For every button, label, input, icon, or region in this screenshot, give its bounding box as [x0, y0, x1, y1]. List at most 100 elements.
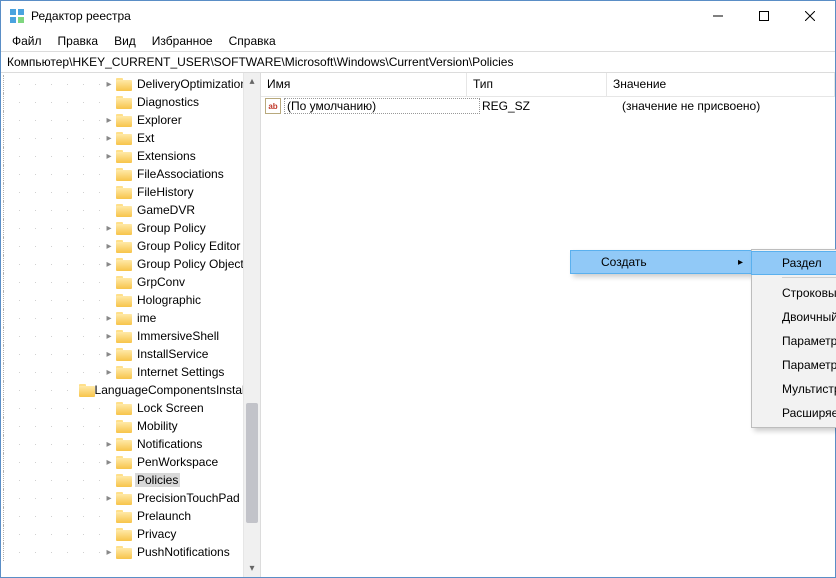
maximize-button[interactable] — [741, 1, 787, 31]
minimize-button[interactable] — [695, 1, 741, 31]
context-create[interactable]: Создать ▸ — [570, 250, 752, 274]
tree-item[interactable]: ▸ime — [3, 309, 260, 327]
expander-icon[interactable]: ▸ — [103, 78, 115, 90]
tree-item[interactable]: ▸ Group Policy — [3, 219, 260, 237]
tree-item[interactable]: Policies — [3, 471, 260, 489]
tree-label: FileHistory — [135, 185, 196, 199]
tree-label: Holographic — [135, 293, 203, 307]
tree-scrollbar[interactable]: ▴ ▾ — [243, 73, 260, 577]
tree-item[interactable]: ▸PrecisionTouchPad — [3, 489, 260, 507]
folder-icon — [79, 384, 90, 397]
expander-icon[interactable]: ▸ — [103, 492, 115, 504]
expander-icon[interactable]: ▸ — [103, 114, 115, 126]
expander-icon[interactable]: ▸ — [103, 438, 115, 450]
column-type[interactable]: Тип — [467, 73, 607, 96]
menu-view[interactable]: Вид — [107, 33, 143, 49]
scroll-thumb[interactable] — [246, 403, 258, 523]
tree-item[interactable]: GrpConv — [3, 273, 260, 291]
scroll-down-icon[interactable]: ▾ — [244, 560, 260, 577]
tree-item[interactable]: ▸DeliveryOptimization — [3, 75, 260, 93]
folder-icon — [116, 474, 132, 487]
folder-icon — [116, 402, 132, 415]
list-row[interactable]: ab (По умолчанию) REG_SZ (значение не пр… — [261, 97, 835, 115]
menu-file[interactable]: Файл — [5, 33, 49, 49]
tree-item[interactable]: Privacy — [3, 525, 260, 543]
submenu-key-label: Раздел — [782, 256, 822, 270]
tree-item[interactable]: GameDVR — [3, 201, 260, 219]
value-data: (значение не присвоено) — [620, 99, 835, 113]
expander-icon[interactable]: ▸ — [103, 240, 115, 252]
expander-icon[interactable]: ▸ — [103, 312, 115, 324]
menu-favorites[interactable]: Избранное — [145, 33, 220, 49]
column-value[interactable]: Значение — [607, 73, 835, 96]
expander-icon[interactable]: ▸ — [103, 348, 115, 360]
tree-item[interactable]: ▸Extensions — [3, 147, 260, 165]
tree-item[interactable]: Lock Screen — [3, 399, 260, 417]
tree-item[interactable]: ▸ Internet Settings — [3, 363, 260, 381]
list-pane: Имя Тип Значение ab (По умолчанию) REG_S… — [261, 73, 835, 577]
expander-icon[interactable]: ▸ — [103, 150, 115, 162]
address-bar[interactable]: Компьютер\HKEY_CURRENT_USER\SOFTWARE\Mic… — [1, 51, 835, 73]
close-button[interactable] — [787, 1, 833, 31]
tree-item[interactable]: ▸Group Policy Objects — [3, 255, 260, 273]
tree-item[interactable]: Holographic — [3, 291, 260, 309]
tree-item[interactable]: Prelaunch — [3, 507, 260, 525]
tree-label: Notifications — [135, 437, 204, 451]
tree-item[interactable]: Mobility — [3, 417, 260, 435]
tree-item[interactable]: LanguageComponentsInstaller — [3, 381, 260, 399]
submenu-dword[interactable]: Параметр DWORD (32 бита) — [752, 329, 836, 353]
tree-label: ImmersiveShell — [135, 329, 221, 343]
folder-icon — [116, 186, 132, 199]
folder-icon — [116, 438, 132, 451]
tree-label: Prelaunch — [135, 509, 193, 523]
tree-item[interactable]: ▸InstallService — [3, 345, 260, 363]
tree-item[interactable]: ▸ Explorer — [3, 111, 260, 129]
submenu-key[interactable]: Раздел — [751, 251, 836, 275]
submenu-dword-label: Параметр DWORD (32 бита) — [782, 334, 836, 348]
tree-item[interactable]: ▸PenWorkspace — [3, 453, 260, 471]
tree-item[interactable]: Diagnostics — [3, 93, 260, 111]
expander-icon[interactable]: ▸ — [103, 456, 115, 468]
expander-icon[interactable]: ▸ — [103, 546, 115, 558]
tree-label: Explorer — [135, 113, 184, 127]
expander-icon[interactable]: ▸ — [103, 330, 115, 342]
expander-icon[interactable]: ▸ — [103, 258, 115, 270]
tree[interactable]: ▸DeliveryOptimizationDiagnostics ▸ Explore… — [1, 73, 260, 563]
submenu-qword[interactable]: Параметр QWORD (64 бита) — [752, 353, 836, 377]
tree-label: PushNotifications — [135, 545, 232, 559]
folder-icon — [116, 366, 132, 379]
tree-item[interactable]: FileAssociations — [3, 165, 260, 183]
column-name[interactable]: Имя — [261, 73, 467, 96]
submenu-multistring-label: Мультистроковый параметр — [782, 382, 836, 396]
folder-icon — [116, 222, 132, 235]
tree-label: FileAssociations — [135, 167, 226, 181]
tree-item[interactable]: ▸ Group Policy Editor — [3, 237, 260, 255]
folder-icon — [116, 168, 132, 181]
menu-help[interactable]: Справка — [222, 33, 283, 49]
submenu-string[interactable]: Строковый параметр — [752, 281, 836, 305]
tree-item[interactable]: ▸Ext — [3, 129, 260, 147]
expander-icon[interactable]: ▸ — [103, 366, 115, 378]
tree-label: Lock Screen — [135, 401, 206, 415]
menu-edit[interactable]: Правка — [51, 33, 106, 49]
tree-item[interactable]: ▸ PushNotifications — [3, 543, 260, 561]
tree-label: Group Policy Editor — [135, 239, 242, 253]
folder-icon — [116, 132, 132, 145]
submenu-qword-label: Параметр QWORD (64 бита) — [782, 358, 836, 372]
scroll-up-icon[interactable]: ▴ — [244, 73, 260, 90]
expander-icon[interactable]: ▸ — [103, 222, 115, 234]
tree-item[interactable]: ▸ Notifications — [3, 435, 260, 453]
tree-label: LanguageComponentsInstaller — [93, 383, 260, 397]
tree-pane: ▸DeliveryOptimizationDiagnostics ▸ Explore… — [1, 73, 261, 577]
submenu-binary[interactable]: Двоичный параметр — [752, 305, 836, 329]
value-type: REG_SZ — [480, 99, 620, 113]
string-value-icon: ab — [265, 98, 281, 114]
expander-icon[interactable]: ▸ — [103, 132, 115, 144]
submenu-expandstring[interactable]: Расширяемый строковый параметр — [752, 401, 836, 425]
tree-item[interactable]: ▸ ImmersiveShell — [3, 327, 260, 345]
tree-item[interactable]: FileHistory — [3, 183, 260, 201]
submenu-multistring[interactable]: Мультистроковый параметр — [752, 377, 836, 401]
tree-label: Group Policy — [135, 221, 208, 235]
tree-label: Internet Settings — [135, 365, 226, 379]
window-title: Редактор реестра — [31, 9, 695, 23]
